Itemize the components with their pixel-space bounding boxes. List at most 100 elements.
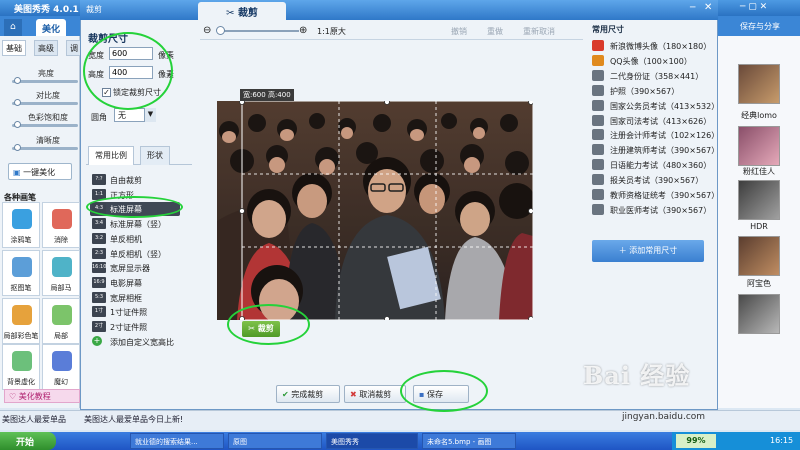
- status-news-left[interactable]: 美图达人最爱单品: [2, 414, 66, 425]
- original-size-button[interactable]: 1:1原大: [317, 26, 346, 37]
- minimize-icon[interactable]: ─: [690, 3, 695, 13]
- status-news-right[interactable]: 美图达人最爱单品今日上新!: [84, 414, 183, 425]
- taskbar-item[interactable]: 原图: [228, 433, 322, 449]
- brush-blur[interactable]: 背景虚化: [2, 344, 40, 390]
- add-common-size-button[interactable]: ＋ 添加常用尺寸: [592, 240, 704, 262]
- finish-crop-button[interactable]: ✔ 完成裁剪: [276, 385, 340, 403]
- brush-mosaic[interactable]: 局部马: [42, 250, 80, 296]
- ratio-label: 添加自定义宽高比: [110, 337, 174, 347]
- ratio-icon: 5:3: [92, 291, 106, 303]
- effect-thumb[interactable]: [738, 126, 780, 166]
- ratio-label: 电影屏幕: [110, 278, 142, 288]
- one-click-beautify-button[interactable]: ▣ 一键美化: [8, 163, 72, 180]
- ratio-label: 1寸证件照: [110, 308, 148, 318]
- save-share-button[interactable]: 保存与分享: [740, 21, 780, 32]
- slider-knob[interactable]: [14, 121, 21, 128]
- brush-color[interactable]: 局部彩色笔: [2, 298, 40, 344]
- add-preset-label: 添加常用尺寸: [629, 246, 678, 255]
- slider-knob[interactable]: [14, 144, 21, 151]
- effect-thumb[interactable]: [738, 236, 780, 276]
- taskbar-item[interactable]: 未命名5.bmp - 画图: [422, 433, 516, 449]
- preset-label: 报关员考试（390×567）: [610, 176, 704, 186]
- local-brush-icon: [52, 305, 72, 325]
- ratio-icon: 2寸: [92, 321, 106, 332]
- close-icon[interactable]: ✕: [704, 2, 712, 13]
- slider-label-saturation: 色彩饱和度: [28, 113, 68, 122]
- effect-label: HDR: [750, 222, 768, 231]
- tray-percent[interactable]: 99%: [676, 434, 716, 448]
- crop-size-title: 裁剪尺寸: [88, 34, 128, 45]
- taskbar-item-active[interactable]: 美图秀秀: [326, 433, 418, 449]
- zoom-out-icon[interactable]: ⊖: [203, 25, 211, 36]
- color-brush-icon: [12, 305, 32, 325]
- ratio-label: 单反相机（竖）: [110, 249, 166, 259]
- effect-thumb[interactable]: [738, 180, 780, 220]
- slider-contrast[interactable]: [12, 102, 78, 105]
- dialog-title: 裁剪: [86, 5, 102, 14]
- save-button[interactable]: ▪ 保存: [413, 385, 469, 403]
- ratio-label: 正方形: [110, 190, 134, 200]
- taskbar-item[interactable]: 就业德的搜索结果...: [130, 433, 224, 449]
- preset-label: 国家公务员考试（413×532）: [610, 101, 720, 111]
- tab-shape[interactable]: 形状: [140, 146, 170, 165]
- brush-eraser[interactable]: 消除: [42, 202, 80, 248]
- chevron-down-icon[interactable]: ▼: [144, 108, 156, 122]
- cancel-crop-button[interactable]: ✖ 取消裁剪: [344, 385, 406, 403]
- reset-button[interactable]: 重新取消: [523, 26, 555, 37]
- effect-thumb[interactable]: [738, 294, 780, 334]
- ratio-label: 宽屏显示器: [110, 264, 150, 274]
- preset-label: 护照（390×567）: [610, 86, 680, 96]
- tab-beauty[interactable]: 美化: [36, 19, 67, 36]
- brush-label: 局部彩色笔: [3, 332, 39, 340]
- eraser-icon: [52, 209, 72, 229]
- undo-button[interactable]: 撤销: [451, 26, 467, 37]
- crop-apply-button[interactable]: ✂ 裁剪: [242, 321, 280, 337]
- preset-label: 注册会计师考试（102×126）: [610, 131, 720, 141]
- width-unit: 像素: [158, 51, 174, 60]
- crop-dimensions-label: 宽:600 高:400: [240, 89, 294, 101]
- zoom-in-icon[interactable]: ⊕: [299, 25, 307, 36]
- brush-magic[interactable]: 魔幻: [42, 344, 80, 390]
- tab-crop[interactable]: ✂ 裁剪: [198, 2, 286, 20]
- subtab-advanced[interactable]: 高级: [34, 40, 58, 56]
- id-card-icon: [592, 159, 604, 171]
- width-label: 宽度: [88, 51, 104, 60]
- plus-icon: ＋: [618, 246, 630, 255]
- finish-crop-label: 完成裁剪: [291, 390, 324, 399]
- ratio-label: 宽屏相框: [110, 293, 142, 303]
- tab-crop-label: 裁剪: [237, 8, 258, 19]
- corner-label: 圆角: [91, 113, 107, 122]
- effect-thumb[interactable]: [738, 64, 780, 104]
- window-controls[interactable]: ─ ▢ ✕: [740, 2, 767, 12]
- slider-label-sharpness: 清晰度: [36, 136, 60, 145]
- redo-button[interactable]: 重做: [487, 26, 503, 37]
- brush-doodle[interactable]: 涂鸦笔: [2, 202, 40, 248]
- slider-brightness[interactable]: [12, 80, 78, 83]
- id-card-icon: [592, 69, 604, 81]
- zoom-slider[interactable]: [217, 30, 299, 32]
- slider-sharpness[interactable]: [12, 147, 78, 150]
- zoom-slider-knob[interactable]: [216, 26, 225, 35]
- crop-overlay[interactable]: [217, 101, 533, 320]
- cancel-crop-label: 取消裁剪: [359, 390, 392, 399]
- slider-knob[interactable]: [14, 99, 21, 106]
- height-input[interactable]: [109, 66, 153, 79]
- brush-cutout[interactable]: 抠图笔: [2, 250, 40, 296]
- start-button[interactable]: 开始: [0, 432, 56, 450]
- lock-size-checkbox[interactable]: ✓: [102, 88, 111, 97]
- brush-label: 抠图笔: [10, 284, 32, 292]
- subtab-basic[interactable]: 基础: [2, 40, 26, 56]
- brush-label: 涂鸦笔: [10, 236, 32, 244]
- clock: 16:15: [770, 436, 794, 445]
- id-card-icon: [592, 189, 604, 200]
- slider-knob[interactable]: [14, 77, 21, 84]
- width-input[interactable]: [109, 47, 153, 60]
- brush-local[interactable]: 局部: [42, 298, 80, 344]
- photo-canvas[interactable]: [217, 101, 533, 320]
- tab-common-ratio[interactable]: 常用比例: [88, 146, 134, 165]
- slider-saturation[interactable]: [12, 124, 78, 127]
- tutorial-button[interactable]: ♡ 美化教程: [4, 389, 80, 403]
- home-icon[interactable]: ⌂: [4, 19, 22, 36]
- id-card-icon: [592, 129, 604, 141]
- qq-icon: [592, 54, 604, 66]
